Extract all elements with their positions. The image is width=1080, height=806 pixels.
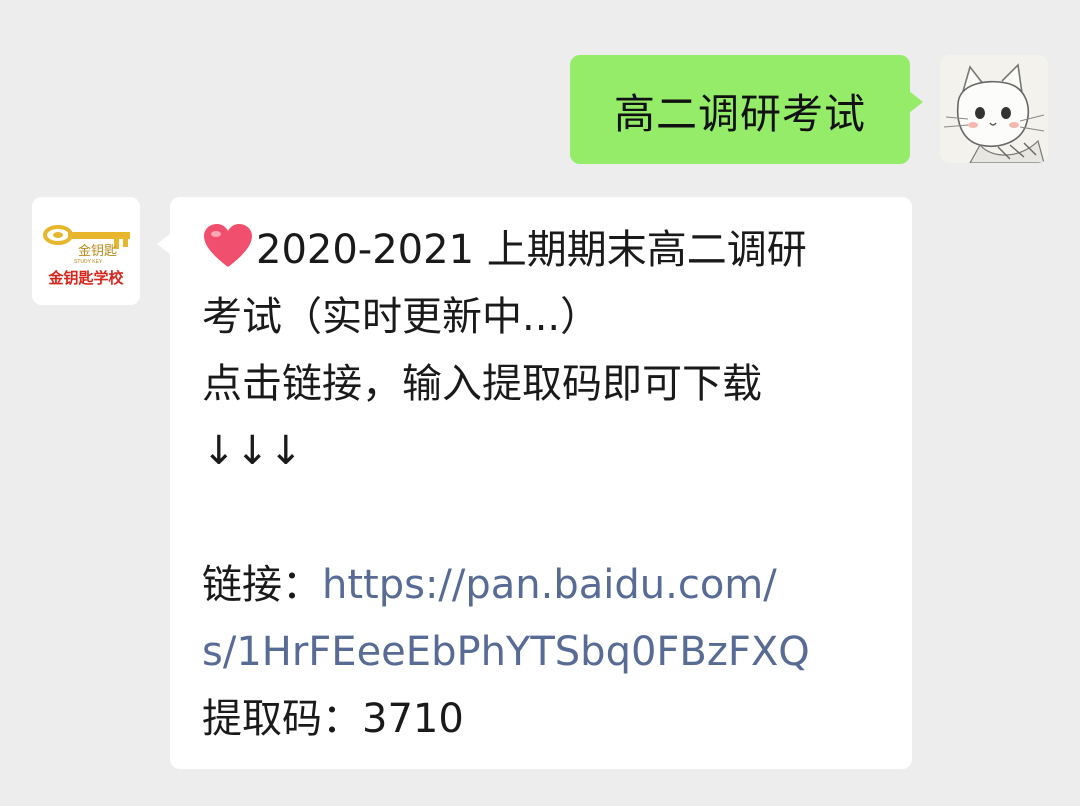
link-label: 链接： <box>202 562 322 608</box>
contact-avatar[interactable]: 金钥匙 STUDY KEY 金钥匙学校 <box>32 197 140 305</box>
code-line: 提取码：3710 <box>202 686 884 753</box>
outgoing-message-text: 高二调研考试 <box>614 89 866 138</box>
svg-text:金钥匙: 金钥匙 <box>78 243 117 258</box>
code-value: 3710 <box>362 696 464 742</box>
incoming-message-bubble[interactable]: 2020-2021 上期期末高二调研 考试（实时更新中...） 点击链接，输入提… <box>157 197 912 769</box>
message-line-2: 考试（实时更新中...） <box>202 294 601 340</box>
message-line-3: 点击链接，输入提取码即可下载 <box>202 361 762 407</box>
message-line-arrows: ↓↓↓ <box>202 428 303 474</box>
link-line: 链接：https://pan.baidu.com/ <box>202 552 884 619</box>
heart-icon <box>204 224 252 267</box>
code-label: 提取码： <box>202 696 362 742</box>
share-link-part1[interactable]: https://pan.baidu.com/ <box>322 562 777 608</box>
golden-key-logo-icon: 金钥匙 STUDY KEY 金钥匙学校 <box>32 197 140 305</box>
share-link-part2[interactable]: s/1HrFEeeEbPhYTSbq0FBzFXQ <box>202 619 884 686</box>
svg-text:STUDY KEY: STUDY KEY <box>74 259 103 265</box>
outgoing-message-bubble[interactable]: 高二调研考试 <box>570 55 923 164</box>
svg-text:金钥匙学校: 金钥匙学校 <box>47 269 124 287</box>
user-avatar[interactable] <box>940 55 1048 163</box>
cat-avatar-icon <box>940 55 1048 163</box>
message-line-title: 2020-2021 上期期末高二调研 <box>202 217 884 284</box>
title-text: 2020-2021 上期期末高二调研 <box>256 227 807 273</box>
